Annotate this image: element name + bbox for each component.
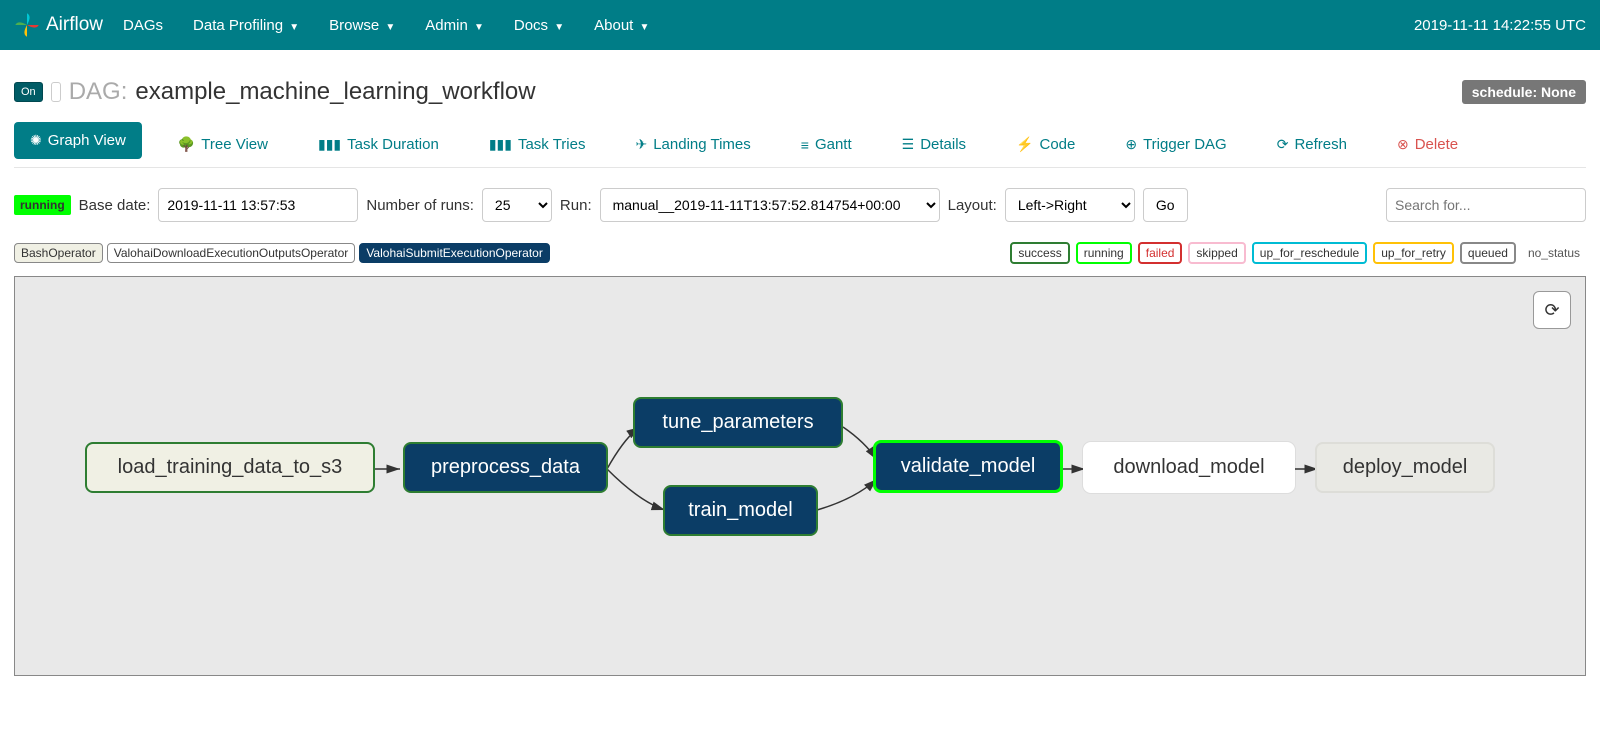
legend-skipped: skipped bbox=[1188, 242, 1245, 264]
list-icon: ☰ bbox=[902, 136, 915, 153]
brand[interactable]: Airflow bbox=[14, 12, 103, 38]
chevron-down-icon: ▼ bbox=[385, 22, 395, 33]
schedule-badge: schedule: None bbox=[1462, 80, 1586, 104]
dag-name: example_machine_learning_workflow bbox=[135, 78, 535, 106]
tab-task-duration[interactable]: ▮▮▮Task Duration bbox=[304, 122, 453, 167]
node-load-training-data[interactable]: load_training_data_to_s3 bbox=[85, 442, 375, 493]
nav-dags[interactable]: DAGs bbox=[123, 17, 163, 34]
search-input[interactable] bbox=[1386, 188, 1586, 222]
bar-chart-icon: ▮▮▮ bbox=[318, 136, 341, 153]
run-select[interactable]: manual__2019-11-11T13:57:52.814754+00:00 bbox=[600, 188, 940, 222]
status-legend: success running failed skipped up_for_re… bbox=[1010, 242, 1586, 264]
dag-label: DAG: bbox=[69, 78, 128, 106]
tree-icon: 🌳 bbox=[178, 136, 195, 153]
nav-browse[interactable]: Browse ▼ bbox=[329, 17, 395, 34]
legend-reschedule: up_for_reschedule bbox=[1252, 242, 1367, 264]
node-validate-model[interactable]: validate_model bbox=[873, 440, 1063, 493]
status-badge: running bbox=[14, 195, 71, 215]
tab-task-tries[interactable]: ▮▮▮Task Tries bbox=[475, 122, 600, 167]
node-download-model[interactable]: download_model bbox=[1083, 442, 1295, 493]
tab-row: ✺Graph View 🌳Tree View ▮▮▮Task Duration … bbox=[14, 122, 1586, 168]
node-preprocess-data[interactable]: preprocess_data bbox=[403, 442, 608, 493]
nav-links: DAGs Data Profiling ▼ Browse ▼ Admin ▼ D… bbox=[123, 17, 1414, 34]
tab-delete[interactable]: ⊗Delete bbox=[1383, 122, 1472, 167]
legend-failed: failed bbox=[1138, 242, 1183, 264]
graph-area[interactable]: ⟳ load_training_data_to_s3 preprocess_da… bbox=[14, 276, 1586, 676]
tab-gantt[interactable]: ≡Gantt bbox=[787, 122, 866, 167]
num-runs-label: Number of runs: bbox=[366, 197, 474, 214]
tab-trigger-dag[interactable]: ⊕Trigger DAG bbox=[1111, 122, 1240, 167]
nav-docs[interactable]: Docs ▼ bbox=[514, 17, 564, 34]
legend-nostatus: no_status bbox=[1522, 244, 1586, 262]
navbar: Airflow DAGs Data Profiling ▼ Browse ▼ A… bbox=[0, 0, 1600, 50]
chevron-down-icon: ▼ bbox=[640, 22, 650, 33]
plane-icon: ✈ bbox=[635, 136, 647, 153]
op-submit-badge: ValohaiSubmitExecutionOperator bbox=[359, 243, 550, 263]
legend-retry: up_for_retry bbox=[1373, 242, 1454, 264]
run-label: Run: bbox=[560, 197, 592, 214]
airflow-logo-icon bbox=[14, 12, 40, 38]
tab-tree-view[interactable]: 🌳Tree View bbox=[164, 122, 282, 167]
page-header: On DAG: example_machine_learning_workflo… bbox=[14, 78, 1586, 106]
op-download-badge: ValohaiDownloadExecutionOutputsOperator bbox=[107, 243, 356, 263]
num-runs-select[interactable]: 25 bbox=[482, 188, 552, 222]
brand-text: Airflow bbox=[46, 14, 103, 36]
align-icon: ≡ bbox=[801, 137, 809, 153]
node-train-model[interactable]: train_model bbox=[663, 485, 818, 536]
clock: 2019-11-11 14:22:55 UTC bbox=[1414, 17, 1586, 34]
tab-details[interactable]: ☰Details bbox=[888, 122, 980, 167]
node-tune-parameters[interactable]: tune_parameters bbox=[633, 397, 843, 448]
dag-toggle-on[interactable]: On bbox=[14, 82, 43, 102]
base-date-label: Base date: bbox=[79, 197, 151, 214]
close-icon: ⊗ bbox=[1397, 136, 1409, 153]
layout-label: Layout: bbox=[948, 197, 997, 214]
bar-chart-icon: ▮▮▮ bbox=[489, 136, 512, 153]
nav-admin[interactable]: Admin ▼ bbox=[425, 17, 484, 34]
tab-code[interactable]: ⚡Code bbox=[1002, 122, 1089, 167]
base-date-input[interactable] bbox=[158, 188, 358, 222]
tab-graph-view[interactable]: ✺Graph View bbox=[14, 122, 142, 159]
legend-running: running bbox=[1076, 242, 1132, 264]
play-icon: ⊕ bbox=[1125, 136, 1137, 153]
nav-data-profiling[interactable]: Data Profiling ▼ bbox=[193, 17, 299, 34]
tab-refresh[interactable]: ⟳Refresh bbox=[1263, 122, 1361, 167]
chevron-down-icon: ▼ bbox=[554, 22, 564, 33]
filter-row: running Base date: Number of runs: 25 Ru… bbox=[14, 188, 1586, 222]
go-button[interactable]: Go bbox=[1143, 188, 1188, 222]
tab-landing-times[interactable]: ✈Landing Times bbox=[621, 122, 764, 167]
bolt-icon: ⚡ bbox=[1016, 136, 1033, 153]
legend-queued: queued bbox=[1460, 242, 1516, 264]
sun-icon: ✺ bbox=[30, 132, 42, 149]
legend-row: BashOperator ValohaiDownloadExecutionOut… bbox=[14, 242, 1586, 264]
chevron-down-icon: ▼ bbox=[474, 22, 484, 33]
nav-about[interactable]: About ▼ bbox=[594, 17, 649, 34]
dag-toggle-off[interactable] bbox=[51, 82, 61, 102]
chevron-down-icon: ▼ bbox=[289, 22, 299, 33]
node-deploy-model[interactable]: deploy_model bbox=[1315, 442, 1495, 493]
refresh-icon: ⟳ bbox=[1277, 136, 1289, 153]
legend-success: success bbox=[1010, 242, 1069, 264]
op-bash-badge: BashOperator bbox=[14, 243, 103, 263]
layout-select[interactable]: Left->Right bbox=[1005, 188, 1135, 222]
